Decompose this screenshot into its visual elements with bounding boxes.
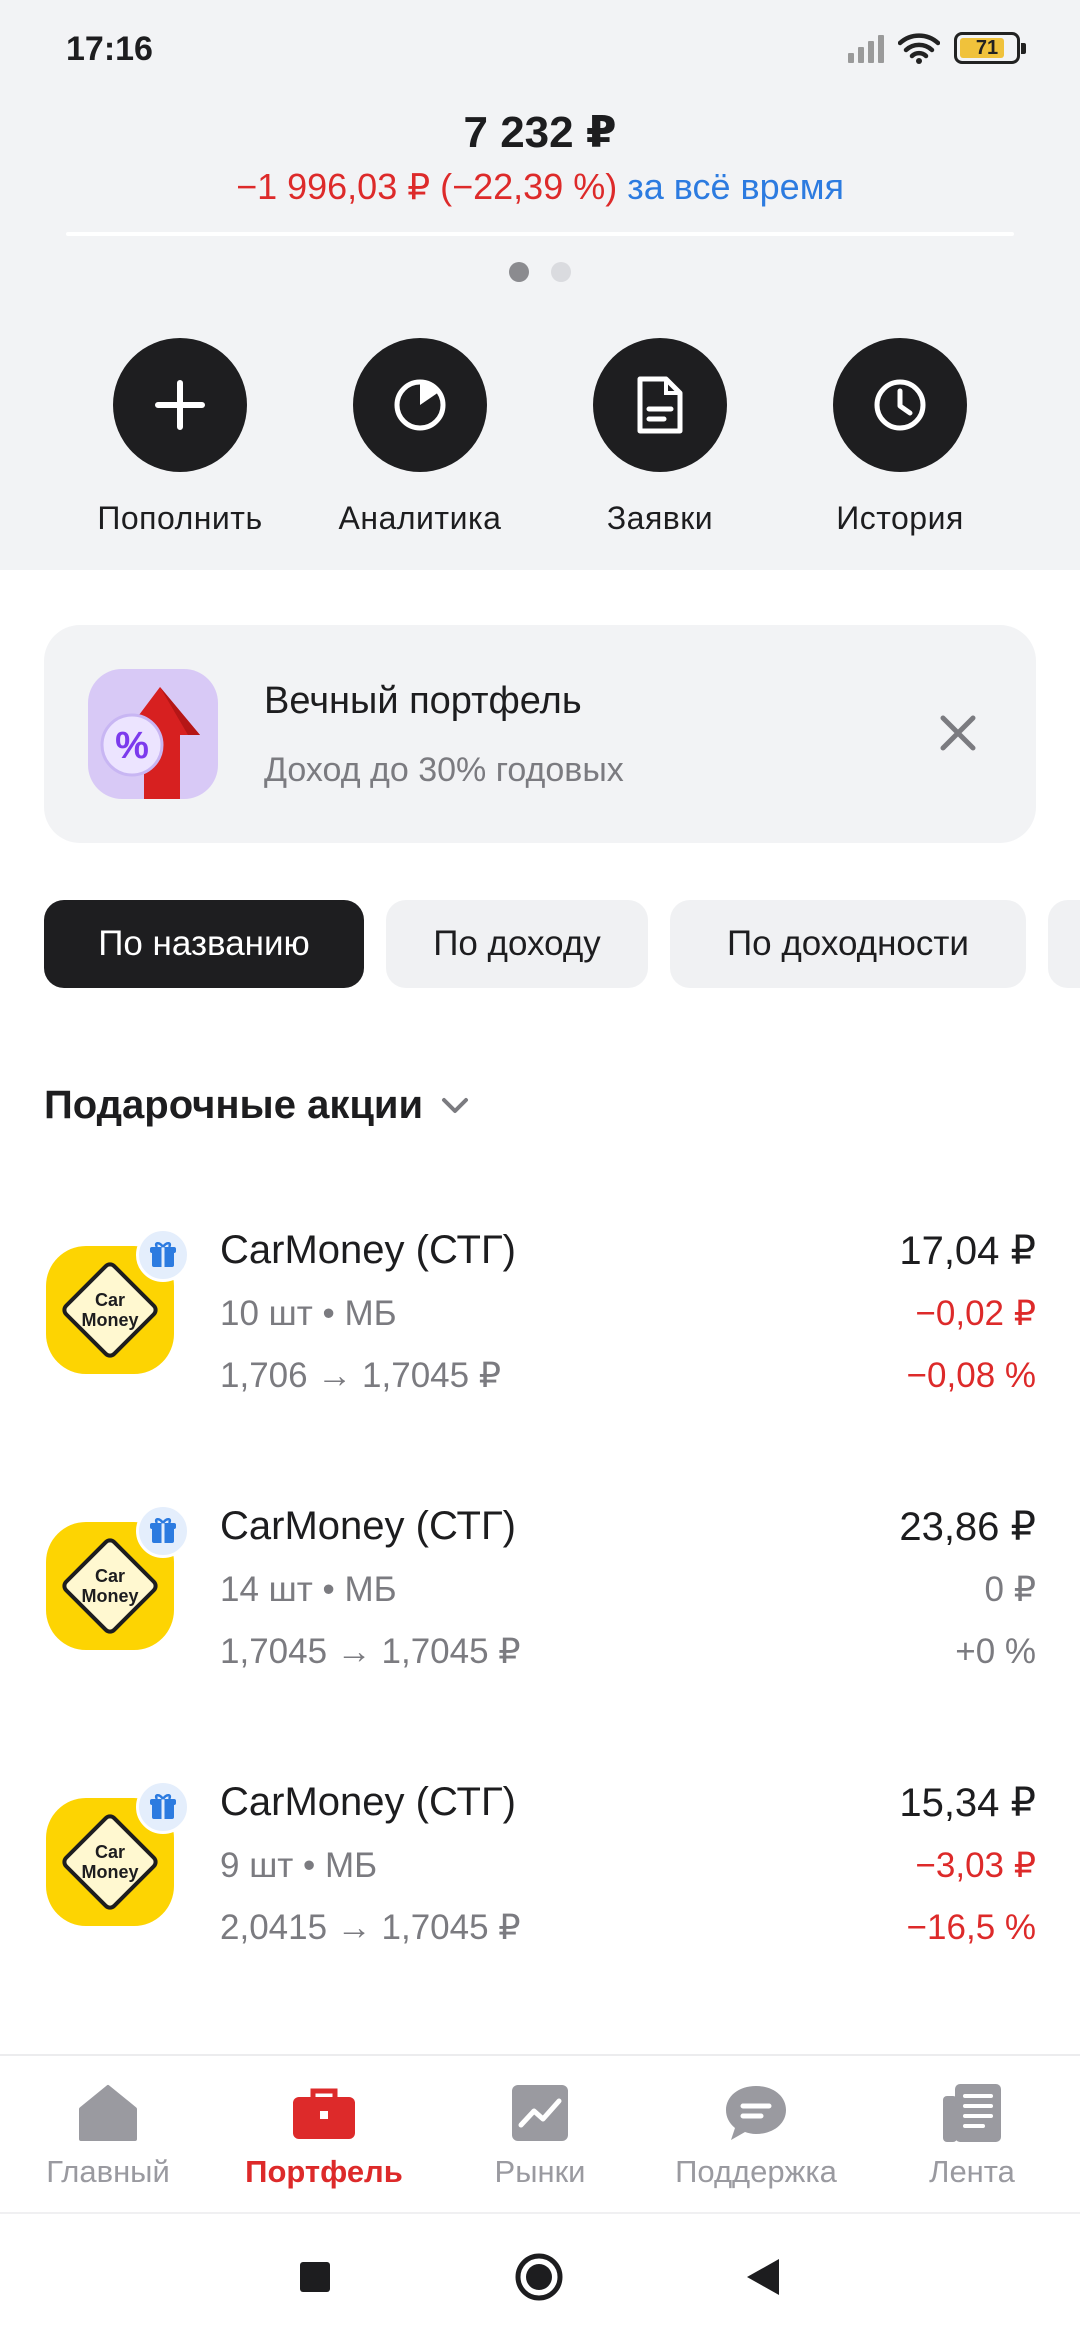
briefcase-icon [291, 2080, 357, 2146]
clock-icon [833, 338, 967, 472]
asset-delta: −3,03 ₽ [915, 1846, 1036, 1885]
svg-text:Car: Car [95, 1566, 125, 1586]
gift-icon [136, 1780, 190, 1834]
news-icon [939, 2080, 1005, 2146]
sort-by-yield-chip[interactable]: По доходности [670, 900, 1026, 988]
chart-icon [507, 2080, 573, 2146]
orders-label: Заявки [606, 500, 714, 536]
status-bar: 17:16 71 [0, 0, 1080, 100]
document-icon [593, 338, 727, 472]
nav-label-portfolio: Портфель [245, 2154, 403, 2189]
battery-level: 71 [975, 36, 999, 59]
section-header[interactable]: Подарочные акции [44, 1083, 469, 1128]
nav-item-home[interactable]: Главный [0, 2056, 216, 2210]
chat-icon [723, 2080, 789, 2146]
nav-label-support: Поддержка [675, 2154, 837, 2189]
svg-text:Money: Money [81, 1862, 138, 1882]
asset-delta-percent: −0,08 % [906, 1356, 1036, 1395]
period-link[interactable]: за всё время [627, 166, 844, 207]
asset-value: 17,04 ₽ [899, 1229, 1036, 1273]
promo-title: Вечный портфель [264, 680, 582, 722]
battery-icon: 71 [954, 32, 1026, 64]
nav-item-markets[interactable]: Рынки [432, 2056, 648, 2210]
asset-quantity: 9 шт • МБ [220, 1846, 378, 1885]
sort-by-income-chip[interactable]: По доходу [386, 900, 648, 988]
system-navigation-bar [0, 2212, 1080, 2340]
gift-icon [136, 1504, 190, 1558]
nav-label-feed: Лента [929, 2154, 1015, 2189]
page-indicator [0, 262, 1080, 282]
asset-price-change: 2,0415 → 1,7045 ₽ [220, 1908, 521, 1947]
asset-price-change: 1,7045 → 1,7045 ₽ [220, 1632, 521, 1671]
status-time: 17:16 [66, 30, 153, 68]
nav-item-feed[interactable]: Лента [864, 2056, 1080, 2210]
plus-icon [113, 338, 247, 472]
signal-icon [848, 33, 884, 63]
promo-percent-text: % [115, 725, 149, 767]
asset-name: CarMoney (СТГ) [220, 1504, 516, 1548]
promo-subtitle: Доход до 30% годовых [264, 751, 624, 789]
svg-text:Car: Car [95, 1290, 125, 1310]
page-dot [551, 262, 571, 282]
wifi-icon [898, 33, 940, 64]
asset-delta-percent: +0 % [955, 1632, 1036, 1671]
sort-by-name-chip[interactable]: По названию [44, 900, 364, 988]
promo-banner[interactable]: % Вечный портфель Доход до 30% годовых [44, 625, 1036, 843]
nav-item-portfolio[interactable]: Портфель [216, 2056, 432, 2210]
portfolio-change-value: −1 996,03 ₽ (−22,39 %) [236, 166, 618, 207]
home-button[interactable] [514, 2252, 564, 2302]
analytics-label: Аналитика [338, 500, 502, 536]
asset-delta: −0,02 ₽ [915, 1294, 1036, 1333]
svg-text:Money: Money [81, 1586, 138, 1606]
chevron-down-icon [442, 1097, 469, 1113]
asset-price-change: 1,706 → 1,7045 ₽ [220, 1356, 502, 1395]
section-title: Подарочные акции [44, 1083, 424, 1127]
history-label: История [836, 500, 964, 536]
asset-name: CarMoney (СТГ) [220, 1780, 516, 1824]
quick-actions: Пополнить Аналитика Заявки История [80, 338, 1000, 537]
summary-divider [66, 232, 1014, 236]
asset-row[interactable]: Car Money CarMoney (СТГ) 9 шт • МБ 2,041… [44, 1780, 1036, 1980]
svg-text:Car: Car [95, 1842, 125, 1862]
asset-row[interactable]: Car Money CarMoney (СТГ) 14 шт • МБ 1,70… [44, 1504, 1036, 1704]
sort-chips: По названию По доходу По доходности [44, 900, 1080, 990]
pie-chart-icon [353, 338, 487, 472]
close-icon[interactable] [928, 703, 988, 763]
nav-item-support[interactable]: Поддержка [648, 2056, 864, 2210]
asset-row[interactable]: Car Money CarMoney (СТГ) 10 шт • МБ 1,70… [44, 1228, 1036, 1428]
promo-arrow-icon: % [88, 669, 218, 799]
nav-label-markets: Рынки [494, 2154, 586, 2189]
page-dot-active [509, 262, 529, 282]
asset-quantity: 14 шт • МБ [220, 1570, 397, 1609]
history-button[interactable]: История [800, 338, 1000, 537]
back-button[interactable] [738, 2252, 788, 2302]
sort-more-chip[interactable] [1048, 900, 1080, 988]
gift-icon [136, 1228, 190, 1282]
asset-delta: 0 ₽ [984, 1570, 1036, 1609]
asset-name: CarMoney (СТГ) [220, 1228, 516, 1272]
asset-value: 15,34 ₽ [899, 1781, 1036, 1825]
topup-button[interactable]: Пополнить [80, 338, 280, 537]
home-icon [75, 2080, 141, 2146]
orders-button[interactable]: Заявки [560, 338, 760, 537]
asset-value: 23,86 ₽ [899, 1505, 1036, 1549]
asset-quantity: 10 шт • МБ [220, 1294, 397, 1333]
status-icons: 71 [848, 32, 1026, 64]
topup-label: Пополнить [97, 500, 263, 536]
svg-text:Money: Money [81, 1310, 138, 1330]
nav-label-home: Главный [46, 2154, 170, 2189]
recent-apps-button[interactable] [290, 2252, 340, 2302]
bottom-navigation: Главный Портфель Рынки Поддержка Лента [0, 2054, 1080, 2210]
portfolio-total: 7 232 ₽ [463, 108, 617, 157]
portfolio-change[interactable]: −1 996,03 ₽ (−22,39 %) за всё время [0, 166, 1080, 208]
analytics-button[interactable]: Аналитика [320, 338, 520, 537]
asset-delta-percent: −16,5 % [906, 1908, 1036, 1947]
